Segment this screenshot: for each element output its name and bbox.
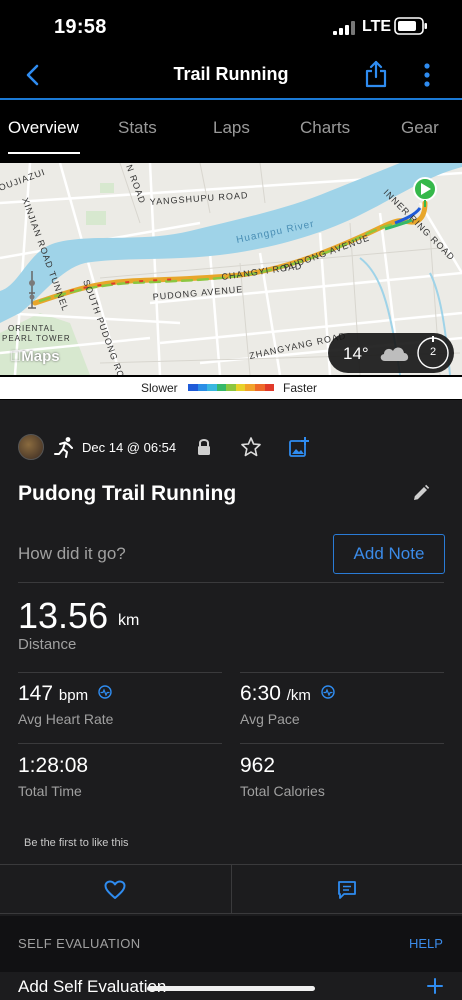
heart-rate-sensor-icon[interactable] <box>98 685 112 699</box>
network-type: LTE <box>362 18 392 35</box>
avg-pace-value: 6:30 <box>240 682 281 705</box>
avg-heart-rate-stat: 147 bpm Avg Heart Rate <box>18 682 113 727</box>
apple-maps-logo: Maps <box>10 348 60 365</box>
tab-laps[interactable]: Laps <box>213 118 250 138</box>
divider <box>18 743 222 744</box>
star-icon[interactable] <box>240 436 262 458</box>
home-indicator <box>147 986 315 991</box>
heart-icon <box>104 880 126 899</box>
activity-title: Pudong Trail Running <box>18 482 237 505</box>
distance-unit: km <box>118 612 140 629</box>
comment-button[interactable] <box>231 865 462 913</box>
help-link[interactable]: HELP <box>409 936 443 951</box>
total-calories-label: Total Calories <box>240 783 325 799</box>
more-vertical-icon[interactable] <box>418 62 436 88</box>
wind-speed: 2 <box>429 346 437 358</box>
avg-pace-unit: /km <box>286 687 311 704</box>
status-bar: 19:58 LTE <box>0 0 462 52</box>
map-label-pearl-1: ORIENTAL <box>8 324 55 333</box>
tab-stats[interactable]: Stats <box>118 118 157 138</box>
add-note-button[interactable]: Add Note <box>333 534 445 574</box>
pace-legend: Slower Faster <box>0 377 462 399</box>
nav-bar: Trail Running <box>0 52 462 98</box>
battery-icon <box>394 17 427 35</box>
avg-heart-rate-unit: bpm <box>58 687 89 704</box>
plus-icon[interactable] <box>427 978 443 994</box>
self-evaluation-header: SELF EVALUATION <box>18 936 141 951</box>
lock-icon[interactable] <box>196 437 212 457</box>
social-action-bar <box>0 864 462 914</box>
add-self-evaluation-label: Add Self Evaluation <box>18 977 167 996</box>
activity-meta-row: Dec 14 @ 06:54 <box>18 432 448 462</box>
tab-bar: Overview Stats Laps Charts Gear <box>0 100 462 157</box>
legend-swatch <box>216 384 227 391</box>
legend-swatch <box>207 384 217 391</box>
legend-swatch <box>235 384 246 391</box>
total-calories-stat: 962 Total Calories <box>240 754 325 799</box>
total-time-value: 1:28:08 <box>18 754 89 777</box>
legend-swatch <box>188 384 198 391</box>
running-icon <box>54 437 73 458</box>
edit-pencil-icon[interactable] <box>412 484 430 502</box>
signal-icon <box>333 21 355 35</box>
self-evaluation-header-strip: SELF EVALUATION HELP <box>0 916 462 980</box>
active-tab-indicator <box>8 152 80 154</box>
activity-details: Dec 14 @ 06:54 Pudong Trail Running How … <box>0 400 462 1000</box>
avg-pace-stat: 6:30 /km Avg Pace <box>240 682 335 727</box>
pace-sensor-icon[interactable] <box>321 685 335 699</box>
distance-value: 13.56 <box>18 595 109 636</box>
total-time-label: Total Time <box>18 783 82 799</box>
avg-heart-rate-label: Avg Heart Rate <box>18 711 114 727</box>
note-prompt: How did it go? <box>18 544 126 563</box>
add-photo-icon[interactable] <box>288 436 310 458</box>
tab-gear[interactable]: Gear <box>401 118 439 138</box>
legend-swatch <box>264 384 275 391</box>
like-button[interactable] <box>0 865 230 913</box>
share-icon[interactable] <box>364 60 388 88</box>
wind-indicator: 2 <box>416 336 450 370</box>
weather-temperature: 14° <box>343 344 369 363</box>
likes-text: Be the first to like this <box>24 837 129 849</box>
status-time: 19:58 <box>54 16 107 38</box>
legend-slower-label: Slower <box>141 381 178 395</box>
avg-heart-rate-value: 147 <box>18 682 54 705</box>
legend-swatch <box>254 384 265 391</box>
total-calories-value: 962 <box>240 754 276 777</box>
weather-badge: 14° 2 <box>328 333 454 373</box>
map-label-pearl-2: PEARL TOWER <box>2 334 71 343</box>
distance-label: Distance <box>18 636 77 653</box>
avg-pace-label: Avg Pace <box>240 711 300 727</box>
total-time-stat: 1:28:08 Total Time <box>18 754 88 799</box>
legend-color-scale <box>188 384 275 391</box>
comment-icon <box>338 881 356 899</box>
cloud-icon <box>380 347 409 361</box>
divider <box>18 672 222 673</box>
legend-swatch <box>245 384 255 391</box>
divider <box>240 672 444 673</box>
tab-charts[interactable]: Charts <box>300 118 350 138</box>
page-title: Trail Running <box>173 64 289 84</box>
legend-swatch <box>226 384 236 391</box>
divider <box>18 582 444 583</box>
activity-date: Dec 14 @ 06:54 <box>82 440 177 455</box>
tab-overview[interactable]: Overview <box>8 118 79 138</box>
divider <box>240 743 444 744</box>
legend-faster-label: Faster <box>283 381 318 395</box>
legend-swatch <box>197 384 208 391</box>
avatar[interactable] <box>18 434 44 460</box>
